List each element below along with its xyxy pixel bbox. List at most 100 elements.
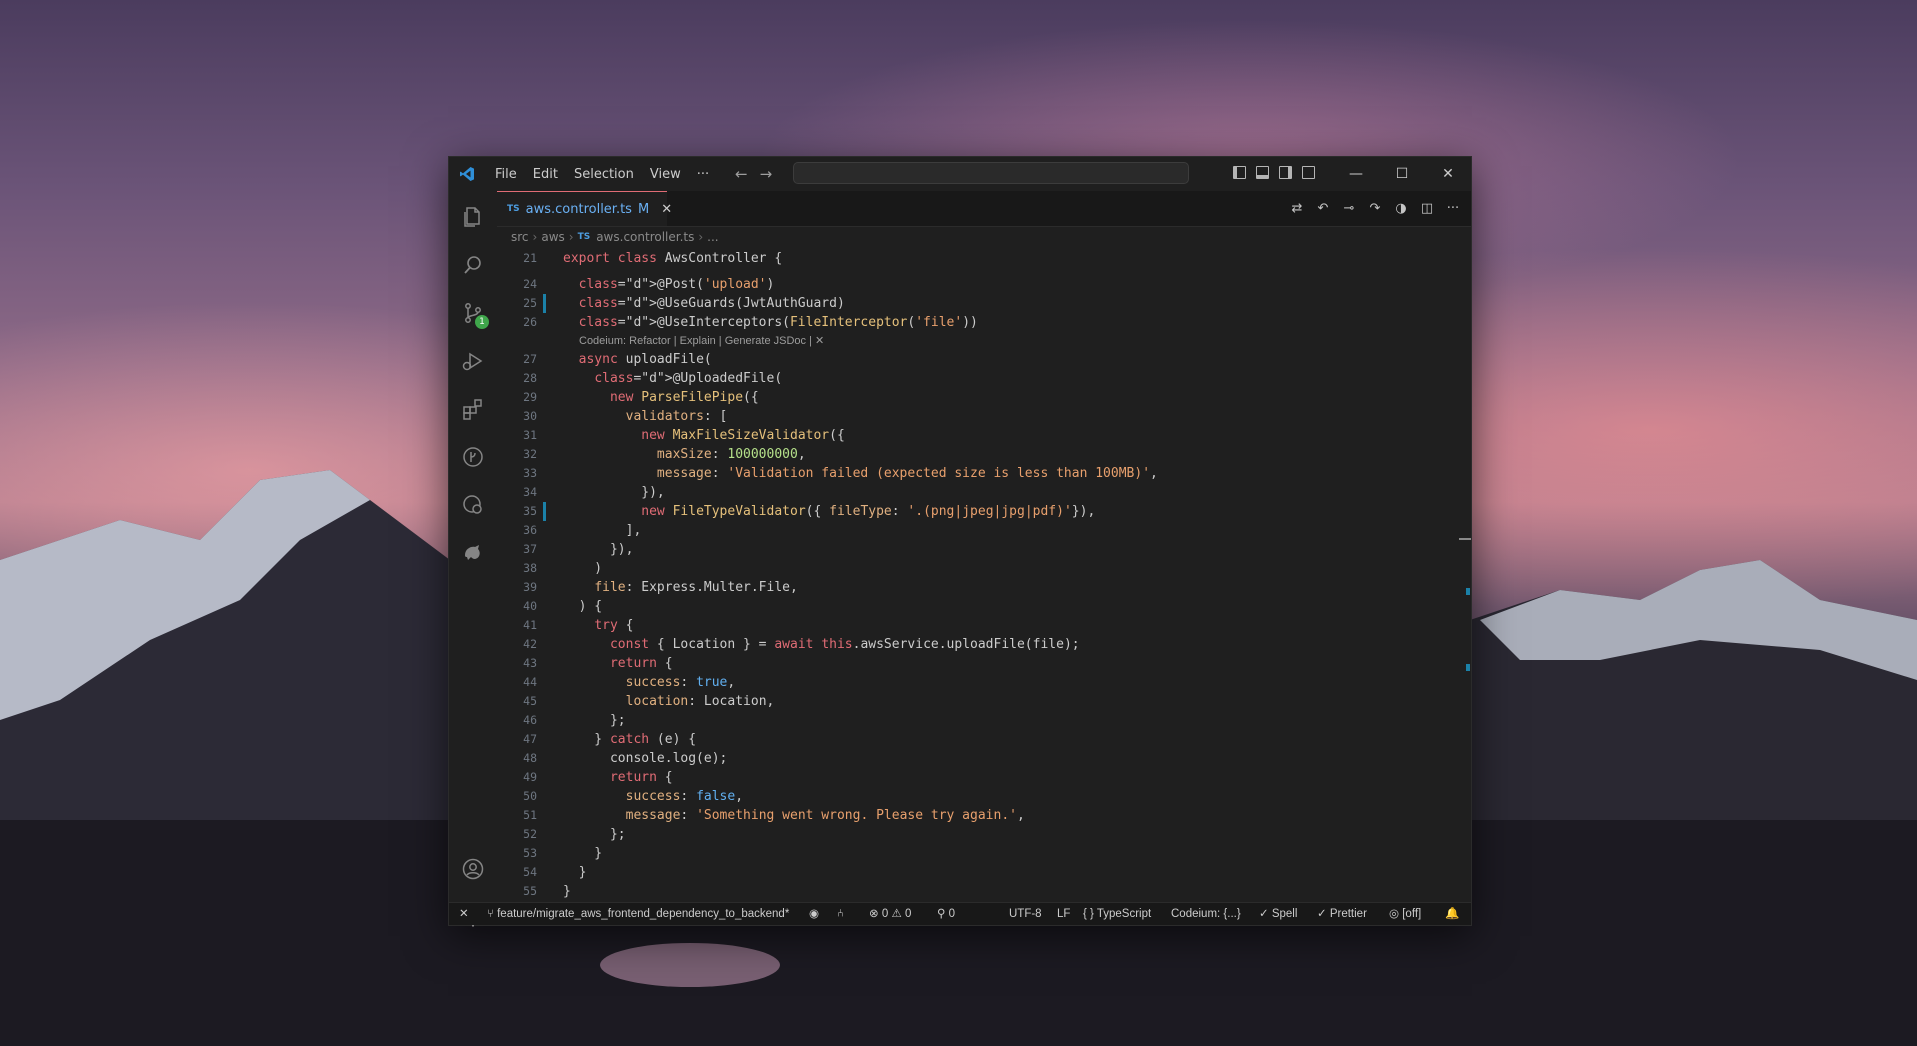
breadcrumb-file[interactable]: aws.controller.ts [596, 230, 694, 244]
menu-selection[interactable]: Selection [566, 167, 642, 182]
code-text: }; [563, 713, 626, 728]
activity-bar: 1 [449, 191, 498, 927]
code-line: 32 maxSize: 100000000, [497, 445, 1457, 464]
code-line: 47 } catch (e) { [497, 730, 1457, 749]
more-actions-icon[interactable]: ··· [1445, 200, 1461, 216]
tab-bar: TS aws.controller.ts M ✕ ⇄ ↶ ⊸ ↷ ◑ ◫ ··· [497, 191, 1471, 227]
codeium-icon[interactable]: ◑ [1393, 200, 1409, 216]
scrollbar-cursor-marker [1459, 538, 1471, 540]
line-number: 48 [523, 751, 537, 765]
code-line: 38 ) [497, 559, 1457, 578]
line-number: 34 [523, 485, 537, 499]
remote-explorer-icon[interactable] [461, 493, 485, 517]
tab-aws-controller[interactable]: TS aws.controller.ts M ✕ [497, 191, 672, 226]
notifications-bell-icon[interactable]: 🔔 [1445, 903, 1459, 925]
toggle-secondary-sidebar-icon[interactable] [1279, 166, 1292, 179]
code-text: console.log(e); [563, 751, 728, 766]
breadcrumb-more[interactable]: ... [707, 230, 718, 244]
menu-more[interactable]: ··· [689, 167, 717, 182]
open-changes-icon[interactable]: ⇄ [1289, 200, 1305, 216]
sync-icon[interactable]: ◉ [809, 903, 819, 925]
account-icon[interactable] [461, 857, 485, 881]
code-line: 40 ) { [497, 597, 1457, 616]
code-text: } [563, 884, 571, 899]
menu-edit[interactable]: Edit [525, 167, 566, 182]
line-number: 37 [523, 542, 537, 556]
code-text: success: false, [625, 789, 744, 804]
line-number: 39 [523, 580, 537, 594]
back-arrow-icon[interactable]: ← [735, 165, 748, 183]
codelens-codeium[interactable]: Codeium: Refactor | Explain | Generate J… [497, 332, 1457, 351]
code-text: new MaxFileSizeValidator({ [641, 428, 845, 443]
line-number: 29 [523, 390, 537, 404]
tab-label: aws.controller.ts [525, 201, 632, 217]
watch-status[interactable]: ◎ [off] [1389, 903, 1421, 925]
line-number: 25 [523, 296, 537, 310]
tab-modified-indicator: M [637, 201, 650, 217]
split-editor-icon[interactable]: ◫ [1419, 200, 1435, 216]
previous-change-icon[interactable]: ↶ [1315, 200, 1331, 216]
line-number: 52 [523, 827, 537, 841]
code-text: }; [563, 827, 626, 842]
eol-status[interactable]: LF [1057, 903, 1070, 925]
language-status[interactable]: { } TypeScript [1083, 903, 1151, 925]
toggle-primary-sidebar-icon[interactable] [1233, 166, 1246, 179]
code-line: 48 console.log(e); [497, 749, 1457, 768]
spell-status[interactable]: ✓ Spell [1259, 903, 1297, 925]
spell-label: Spell [1271, 908, 1298, 920]
code-text: }), [563, 542, 634, 557]
toggle-panel-icon[interactable] [1256, 166, 1269, 179]
line-number: 28 [523, 371, 537, 385]
pr-icon[interactable]: ⑃ [837, 903, 844, 925]
git-commit-icon[interactable]: ⊸ [1341, 200, 1357, 216]
minimize-button[interactable]: — [1333, 157, 1379, 191]
scrollbar-change-marker [1466, 588, 1470, 595]
menu-view[interactable]: View [642, 167, 689, 182]
git-branch[interactable]: ⑂ feature/migrate_aws_frontend_dependenc… [487, 903, 789, 925]
git-modified-gutter[interactable] [543, 294, 546, 313]
run-debug-icon[interactable] [461, 349, 485, 373]
git-modified-gutter[interactable] [543, 502, 546, 521]
codeium-status[interactable]: Codeium: {...} [1171, 903, 1241, 925]
menu-bar: File Edit Selection View ··· [487, 157, 717, 191]
close-window-button[interactable]: ✕ [1425, 157, 1471, 191]
git-graph-icon[interactable] [461, 445, 485, 469]
code-line: 28 class="d">@UploadedFile( [497, 369, 1457, 388]
close-tab-icon[interactable]: ✕ [661, 202, 672, 217]
code-line: 42 const { Location } = await this.awsSe… [497, 635, 1457, 654]
code-editor[interactable]: 21 export class AwsController {24 class="… [497, 249, 1457, 903]
nest-cat-icon[interactable] [461, 541, 485, 565]
line-number: 46 [523, 713, 537, 727]
next-change-icon[interactable]: ↷ [1367, 200, 1383, 216]
code-line: 29 new ParseFilePipe({ [497, 388, 1457, 407]
line-number: 38 [523, 561, 537, 575]
layout-controls [1233, 166, 1315, 179]
code-text: ], [563, 523, 642, 538]
forward-arrow-icon[interactable]: → [760, 165, 773, 183]
line-number: 33 [523, 466, 537, 480]
ports-indicator[interactable]: ⚲ 0 [937, 903, 955, 925]
encoding-status[interactable]: UTF-8 [1009, 903, 1042, 925]
code-line: 54 } [497, 863, 1457, 882]
code-line: 21 export class AwsController { [497, 249, 1457, 268]
extensions-icon[interactable] [461, 397, 485, 421]
customize-layout-icon[interactable] [1302, 166, 1315, 179]
breadcrumb-aws[interactable]: aws [541, 230, 564, 244]
remote-indicator-icon[interactable]: ✕ [459, 903, 469, 925]
branch-icon: ⑂ [487, 908, 498, 920]
command-center-search[interactable] [793, 162, 1189, 184]
code-line: 37 }), [497, 540, 1457, 559]
menu-file[interactable]: File [487, 167, 525, 182]
prettier-status[interactable]: ✓ Prettier [1317, 903, 1367, 925]
search-icon[interactable] [461, 253, 485, 277]
line-number: 44 [523, 675, 537, 689]
codelens-text[interactable]: Codeium: Refactor | Explain | Generate J… [579, 332, 824, 351]
code-text: } catch (e) { [563, 732, 697, 747]
maximize-button[interactable]: ☐ [1379, 157, 1425, 191]
braces-icon: { } [1083, 908, 1097, 920]
line-number: 26 [523, 315, 537, 329]
warning-icon: ⚠ [891, 908, 905, 920]
explorer-icon[interactable] [461, 205, 485, 229]
breadcrumb-src[interactable]: src [511, 230, 529, 244]
problems-indicator[interactable]: ⊗ 0 ⚠ 0 [869, 903, 911, 925]
